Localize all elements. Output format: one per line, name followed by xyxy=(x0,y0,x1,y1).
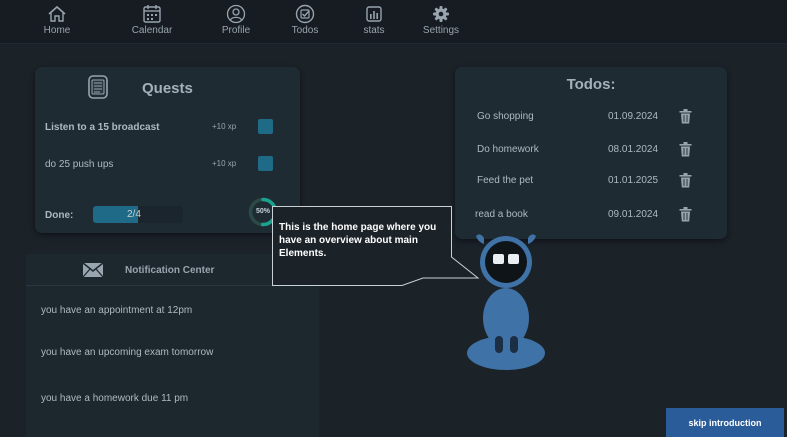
tooltip-text: This is the home page where you have an … xyxy=(279,222,437,259)
quest-item: Listen to a 15 broadcast +10 xp xyxy=(45,119,295,139)
quests-title: Quests xyxy=(142,80,193,97)
quest-item: do 25 push ups +10 xp xyxy=(45,156,295,176)
nav-label: Profile xyxy=(221,25,251,36)
quest-name: do 25 push ups xyxy=(45,159,114,170)
todo-item: Go shopping 01.09.2024 xyxy=(455,107,727,127)
nav-label: Home xyxy=(43,25,71,36)
todos-card: Todos: Go shopping 01.09.2024 Do homewor… xyxy=(455,67,727,239)
quest-checkbox[interactable] xyxy=(258,119,273,134)
nav-item-profile[interactable]: Profile xyxy=(201,4,271,37)
todo-name: Feed the pet xyxy=(477,175,534,186)
todos-title: Todos: xyxy=(566,76,616,93)
done-label: Done: xyxy=(45,210,74,221)
quest-xp: +10 xp xyxy=(212,159,237,168)
todo-item: Do homework 08.01.2024 xyxy=(455,140,727,160)
todos-icon xyxy=(295,4,315,24)
nav-item-home[interactable]: Home xyxy=(22,4,92,37)
notification-item[interactable]: you have an appointment at 12pm xyxy=(41,305,192,316)
trash-icon[interactable] xyxy=(679,142,692,157)
todo-date: 08.01.2024 xyxy=(608,144,659,155)
trash-icon[interactable] xyxy=(679,109,692,124)
notification-title: Notification Center xyxy=(125,265,215,276)
trash-icon[interactable] xyxy=(679,207,692,222)
notification-item[interactable]: you have an upcoming exam tomorrow xyxy=(41,347,213,358)
home-icon xyxy=(48,5,66,22)
quest-list-icon xyxy=(88,75,108,99)
calendar-icon xyxy=(143,5,161,23)
nav-item-todos[interactable]: Todos xyxy=(270,4,340,37)
todo-date: 01.01.2025 xyxy=(608,175,659,186)
notification-item[interactable]: you have a homework due 11 pm xyxy=(41,393,188,404)
todo-name: Do homework xyxy=(477,144,539,155)
progress-text: 2/4 xyxy=(127,209,141,220)
quest-checkbox[interactable] xyxy=(258,156,273,171)
quest-xp: +10 xp xyxy=(212,122,237,131)
nav-label: Todos xyxy=(291,25,319,36)
nav-item-settings[interactable]: Settings xyxy=(406,4,476,37)
quests-card: Quests Listen to a 15 broadcast +10 xp d… xyxy=(35,67,300,233)
gear-icon xyxy=(433,6,449,22)
nav-label: stats xyxy=(363,25,385,36)
quest-name: Listen to a 15 broadcast xyxy=(45,122,160,133)
profile-icon xyxy=(226,4,246,24)
todo-date: 09.01.2024 xyxy=(608,209,659,220)
skip-introduction-button[interactable]: skip introduction xyxy=(666,408,784,437)
nav-item-stats[interactable]: stats xyxy=(339,4,409,37)
quests-header: Quests xyxy=(35,75,300,103)
nav-label: Calendar xyxy=(131,25,173,36)
quest-progress-bar: 2/4 xyxy=(93,206,183,223)
stats-icon xyxy=(366,6,382,22)
trash-icon[interactable] xyxy=(679,173,692,188)
nav-label: Settings xyxy=(422,25,460,36)
todo-date: 01.09.2024 xyxy=(608,111,659,122)
todo-item: Feed the pet 01.01.2025 xyxy=(455,171,727,191)
todo-name: Go shopping xyxy=(477,111,534,122)
nav-item-calendar[interactable]: Calendar xyxy=(117,4,187,37)
todo-item: read a book 09.01.2024 xyxy=(455,205,727,225)
robot-mascot xyxy=(467,234,545,370)
mail-icon xyxy=(82,262,104,278)
top-nav: Home Calendar Profile Todos stats Settin… xyxy=(0,0,787,44)
